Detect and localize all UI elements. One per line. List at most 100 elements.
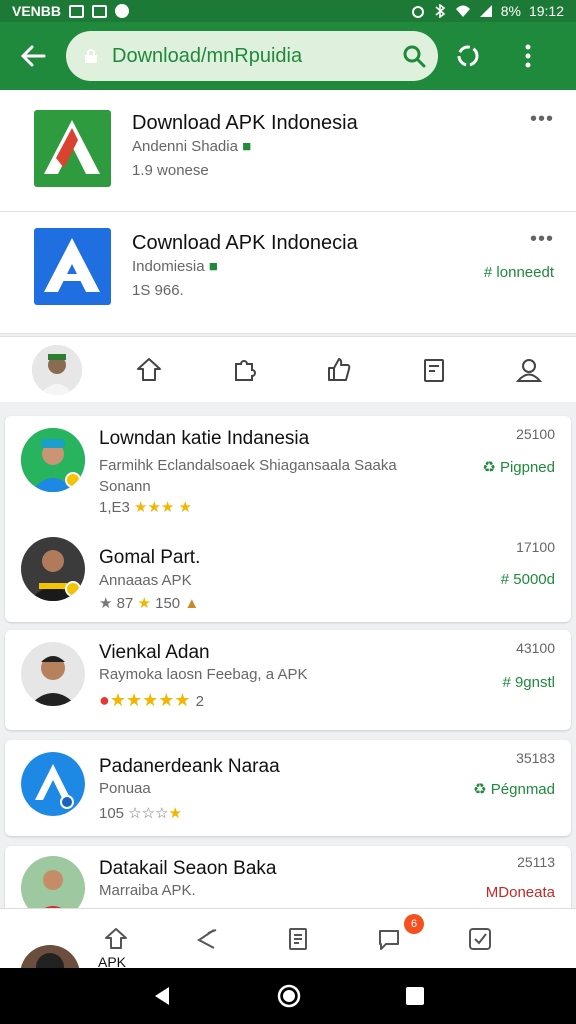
lock-icon xyxy=(85,49,97,63)
refresh-button[interactable] xyxy=(438,42,498,70)
avatar xyxy=(21,856,85,908)
featured-badge: # lonneedt xyxy=(483,264,554,281)
battery-text: 8% xyxy=(500,3,521,19)
person-avatar-icon xyxy=(20,945,80,968)
clock-text: 19:12 xyxy=(528,3,564,19)
item-count: 17100 xyxy=(516,539,555,555)
list-icon[interactable] xyxy=(285,926,311,952)
item-count: 43100 xyxy=(516,640,555,656)
featured-title: Cownload APK Indonecia xyxy=(132,232,358,254)
apk-logo-green-icon xyxy=(34,110,111,187)
item-status: MDoneata xyxy=(485,884,555,901)
document-icon[interactable] xyxy=(420,356,448,384)
item-subtitle: Raymoka laosn Feebag, a APK xyxy=(99,666,308,683)
item-count: 25113 xyxy=(517,854,555,870)
status-bar: VENBB 8% 19:12 xyxy=(0,0,576,22)
more-horizontal-icon[interactable]: ••• xyxy=(530,108,554,131)
thumbs-up-icon[interactable] xyxy=(325,356,353,384)
notification-badge: 6 xyxy=(404,914,424,934)
person-avatar-icon xyxy=(21,856,85,908)
avatar xyxy=(21,537,85,601)
avatar xyxy=(21,642,85,706)
list-item[interactable]: Gomal Part. Annaaas APK ★ 87 ★ 150 ▲ 171… xyxy=(5,519,571,622)
item-status: ♻ Pigpned xyxy=(482,459,555,476)
avatar xyxy=(21,752,85,816)
search-icon[interactable] xyxy=(402,44,426,68)
list-card: Datakail Seaon Baka Marraiba APK. 25113 … xyxy=(5,846,571,908)
list-card: Lowndan katie Indanesia Farmihk Eclandal… xyxy=(5,416,571,622)
signal-icon xyxy=(479,5,492,17)
item-rating: ●★★★★★ 2 xyxy=(99,690,204,710)
item-count: 35183 xyxy=(516,750,555,766)
item-title: Vienkal Adan xyxy=(99,642,210,663)
featured-subtitle: Indomiesia ■ xyxy=(132,258,218,275)
featured-item[interactable]: Cownload APK Indonecia Indomiesia ■ 1S 9… xyxy=(0,212,576,334)
list-item[interactable]: Datakail Seaon Baka Marraiba APK. 25113 … xyxy=(5,846,571,908)
more-vertical-icon xyxy=(525,44,531,68)
alarm-icon xyxy=(411,6,424,18)
category-tab-bar xyxy=(0,336,576,402)
address-bar[interactable]: Download/mnRpuidia xyxy=(66,31,438,81)
system-nav-bar xyxy=(0,968,576,1024)
item-status: # 9gnstl xyxy=(502,674,555,691)
item-title: Datakail Seaon Baka xyxy=(99,858,277,879)
browser-toolbar: Download/mnRpuidia xyxy=(0,22,576,90)
item-subtitle-2: Sonann xyxy=(99,478,151,495)
check-icon xyxy=(115,4,130,18)
arrow-left-icon xyxy=(20,45,46,67)
wifi-icon xyxy=(455,5,470,17)
checkbox-icon[interactable] xyxy=(467,926,493,952)
url-text[interactable]: Download/mnRpuidia xyxy=(112,45,402,68)
chat-icon[interactable] xyxy=(376,926,402,952)
item-title: Gomal Part. xyxy=(99,547,201,568)
item-title: Lowndan katie Indanesia xyxy=(99,428,310,449)
bottom-action-bar xyxy=(0,908,576,968)
home-icon[interactable] xyxy=(135,356,163,384)
person-avatar-icon xyxy=(21,537,85,601)
back-triangle-icon[interactable] xyxy=(151,985,173,1007)
user-avatar[interactable] xyxy=(32,344,82,395)
item-rating: 105 ☆☆☆★ xyxy=(99,805,182,822)
status-right: 8% 19:12 xyxy=(411,3,564,19)
back-button[interactable] xyxy=(0,45,66,67)
apk-logo-blue-icon xyxy=(21,752,85,816)
item-count: 25100 xyxy=(516,426,555,442)
item-status: # 5000d xyxy=(500,571,555,588)
featured-meta: 1S 966. xyxy=(132,282,184,299)
refresh-icon xyxy=(457,45,479,67)
home-circle-icon[interactable] xyxy=(276,983,302,1009)
more-horizontal-icon[interactable]: ••• xyxy=(530,228,554,251)
person-avatar-icon xyxy=(21,428,85,492)
recents-square-icon[interactable] xyxy=(405,986,425,1006)
item-subtitle: Annaaas APK xyxy=(99,572,192,589)
carrier-text: VENBB xyxy=(12,3,62,19)
overflow-menu-button[interactable] xyxy=(498,44,558,68)
featured-meta: 1.9 wonese xyxy=(132,162,209,179)
apk-logo-blue-icon xyxy=(34,228,111,305)
list-item[interactable]: Vienkal Adan Raymoka laosn Feebag, a APK… xyxy=(5,630,571,730)
list-item[interactable]: Lowndan katie Indanesia Farmihk Eclandal… xyxy=(5,416,571,519)
gmail-icon xyxy=(92,4,108,18)
item-status: ♻ Pégnmad xyxy=(473,781,555,798)
home-icon[interactable] xyxy=(103,926,129,952)
status-left: VENBB xyxy=(12,3,130,19)
item-subtitle: Farmihk Eclandalsoaek Shiagansaala Saaka xyxy=(99,457,397,474)
featured-title: Download APK Indonesia xyxy=(132,112,358,134)
mail-icon xyxy=(69,4,85,18)
puzzle-icon[interactable] xyxy=(230,356,258,384)
item-title: Padanerdeank Naraa xyxy=(99,756,280,777)
person-avatar-icon xyxy=(21,642,85,706)
item-subtitle: Marraiba APK. xyxy=(99,882,196,899)
list-item[interactable]: Padanerdeank Naraa Ponuaa 105 ☆☆☆★ 35183… xyxy=(5,740,571,836)
share-icon[interactable] xyxy=(194,926,220,952)
featured-item[interactable]: Download APK Indonesia Andenni Shadia ■ … xyxy=(0,90,576,212)
profile-icon[interactable] xyxy=(515,356,543,384)
bluetooth-icon xyxy=(435,4,445,18)
list-card: Vienkal Adan Raymoka laosn Feebag, a APK… xyxy=(5,630,571,730)
item-rating: 1,E3 ★★★ ★ xyxy=(99,499,192,516)
avatar xyxy=(21,428,85,492)
item-subtitle: Ponuaa xyxy=(99,780,151,797)
list-card: Padanerdeank Naraa Ponuaa 105 ☆☆☆★ 35183… xyxy=(5,740,571,836)
featured-subtitle: Andenni Shadia ■ xyxy=(132,138,252,155)
item-rating: ★ 87 ★ 150 ▲ xyxy=(99,595,200,612)
